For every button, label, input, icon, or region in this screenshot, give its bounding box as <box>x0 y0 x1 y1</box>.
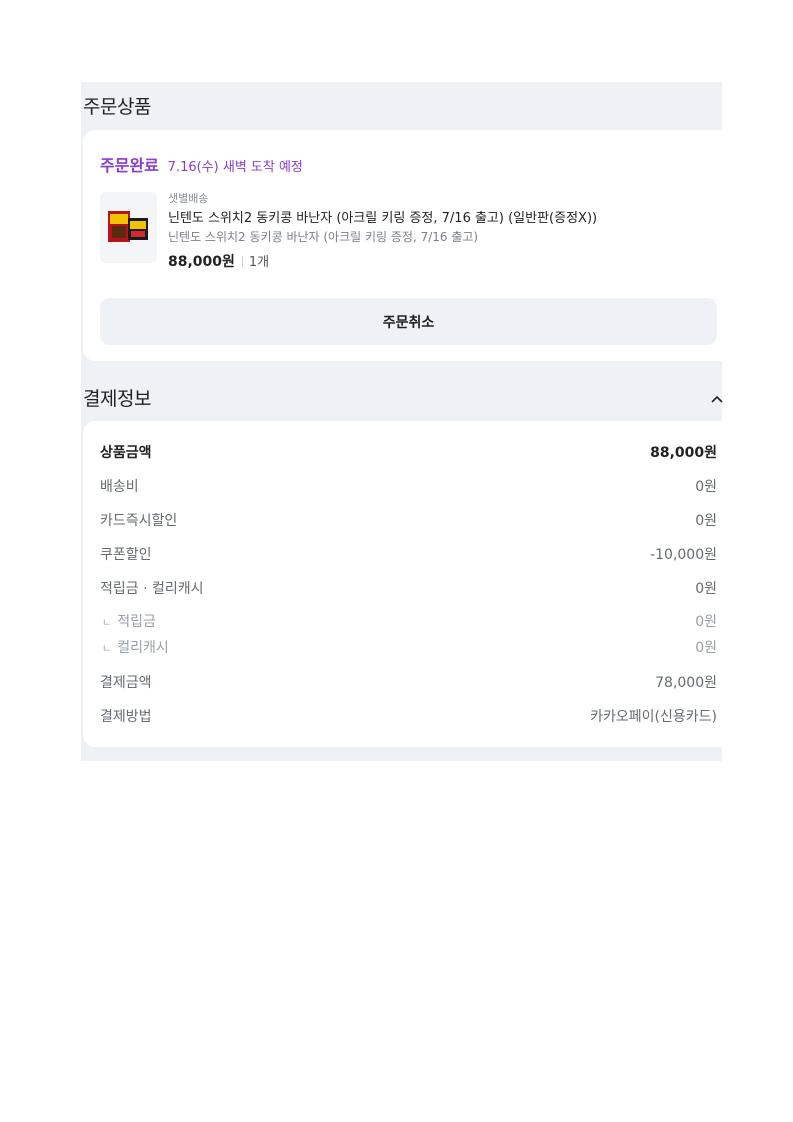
payment-row-value: 0원 <box>695 581 717 597</box>
payment-row-label: 결제금액 <box>100 675 152 691</box>
product-name[interactable]: 닌텐도 스위치2 동키콩 바난자 (아크릴 키링 증정, 7/16 출고) (일… <box>168 209 708 229</box>
payment-row-coupon-discount: 쿠폰할인 -10,000원 <box>100 544 717 564</box>
payment-row-value: 0원 <box>695 513 717 529</box>
payment-row-points: ㄴ 적립금 0원 <box>100 611 717 631</box>
payment-row-value: 0원 <box>695 640 717 656</box>
product-price: 88,000원 <box>168 254 235 270</box>
payment-row-value: 0원 <box>695 479 717 495</box>
cancel-order-button[interactable]: 주문취소 <box>100 298 717 345</box>
payment-row-value: 0원 <box>695 614 717 630</box>
payment-row-method: 결제방법 카카오페이(신용카드) <box>100 706 717 726</box>
product-info: 샛별배송 닌텐도 스위치2 동키콩 바난자 (아크릴 키링 증정, 7/16 출… <box>168 192 708 271</box>
payment-row-total: 결제금액 78,000원 <box>100 672 717 692</box>
payment-row-label: 쿠폰할인 <box>100 547 152 563</box>
divider <box>241 256 243 267</box>
payment-row-value: -10,000원 <box>650 547 717 563</box>
payment-row-points-cash: 적립금 · 컬리캐시 0원 <box>100 578 717 598</box>
product-quantity: 1개 <box>248 255 270 270</box>
payment-section-title: 결제정보 <box>83 388 151 410</box>
order-status-label: 주문완료 <box>100 156 159 175</box>
payment-row-value: 카카오페이(신용카드) <box>590 709 717 725</box>
payment-row-kurly-cash: ㄴ 컬리캐시 0원 <box>100 637 717 657</box>
payment-row-card-discount: 카드즉시할인 0원 <box>100 510 717 530</box>
product-price-row: 88,000원 1개 <box>168 251 708 271</box>
payment-row-value: 88,000원 <box>650 445 717 461</box>
delivery-type: 샛별배송 <box>168 192 209 205</box>
payment-row-label: 적립금 <box>117 614 156 630</box>
product-option: 닌텐도 스위치2 동키콩 바난자 (아크릴 키링 증정, 7/16 출고) <box>168 230 479 244</box>
payment-row-label: 배송비 <box>100 479 139 495</box>
order-card: 주문완료 7.16(수) 새벽 도착 예정 샛별배송 닌텐도 스위치2 동키콩 … <box>83 130 722 361</box>
sub-item-icon: ㄴ <box>102 643 112 655</box>
payment-row-shipping: 배송비 0원 <box>100 476 717 496</box>
payment-row-value: 78,000원 <box>655 675 717 691</box>
order-status: 주문완료 7.16(수) 새벽 도착 예정 <box>100 152 303 176</box>
payment-row-label: 카드즉시할인 <box>100 513 178 529</box>
sub-item-icon: ㄴ <box>102 617 112 629</box>
chevron-up-icon[interactable] <box>710 391 724 405</box>
order-detail-panel: 주문상품 주문완료 7.16(수) 새벽 도착 예정 샛별배송 닌텐도 스위치2… <box>81 82 724 761</box>
order-section-title: 주문상품 <box>83 96 151 118</box>
payment-row-label: 상품금액 <box>100 445 152 461</box>
delivery-date: 7.16(수) 새벽 도착 예정 <box>167 160 303 175</box>
payment-row-label: 적립금 · 컬리캐시 <box>100 581 204 597</box>
payment-card: 상품금액 88,000원 배송비 0원 카드즉시할인 0원 쿠폰할인 -10,0… <box>83 421 722 747</box>
product-thumbnail-icon[interactable] <box>100 192 157 263</box>
payment-row-label: 컬리캐시 <box>117 640 169 656</box>
payment-row-product-amount: 상품금액 88,000원 <box>100 442 717 462</box>
payment-row-label: 결제방법 <box>100 709 152 725</box>
